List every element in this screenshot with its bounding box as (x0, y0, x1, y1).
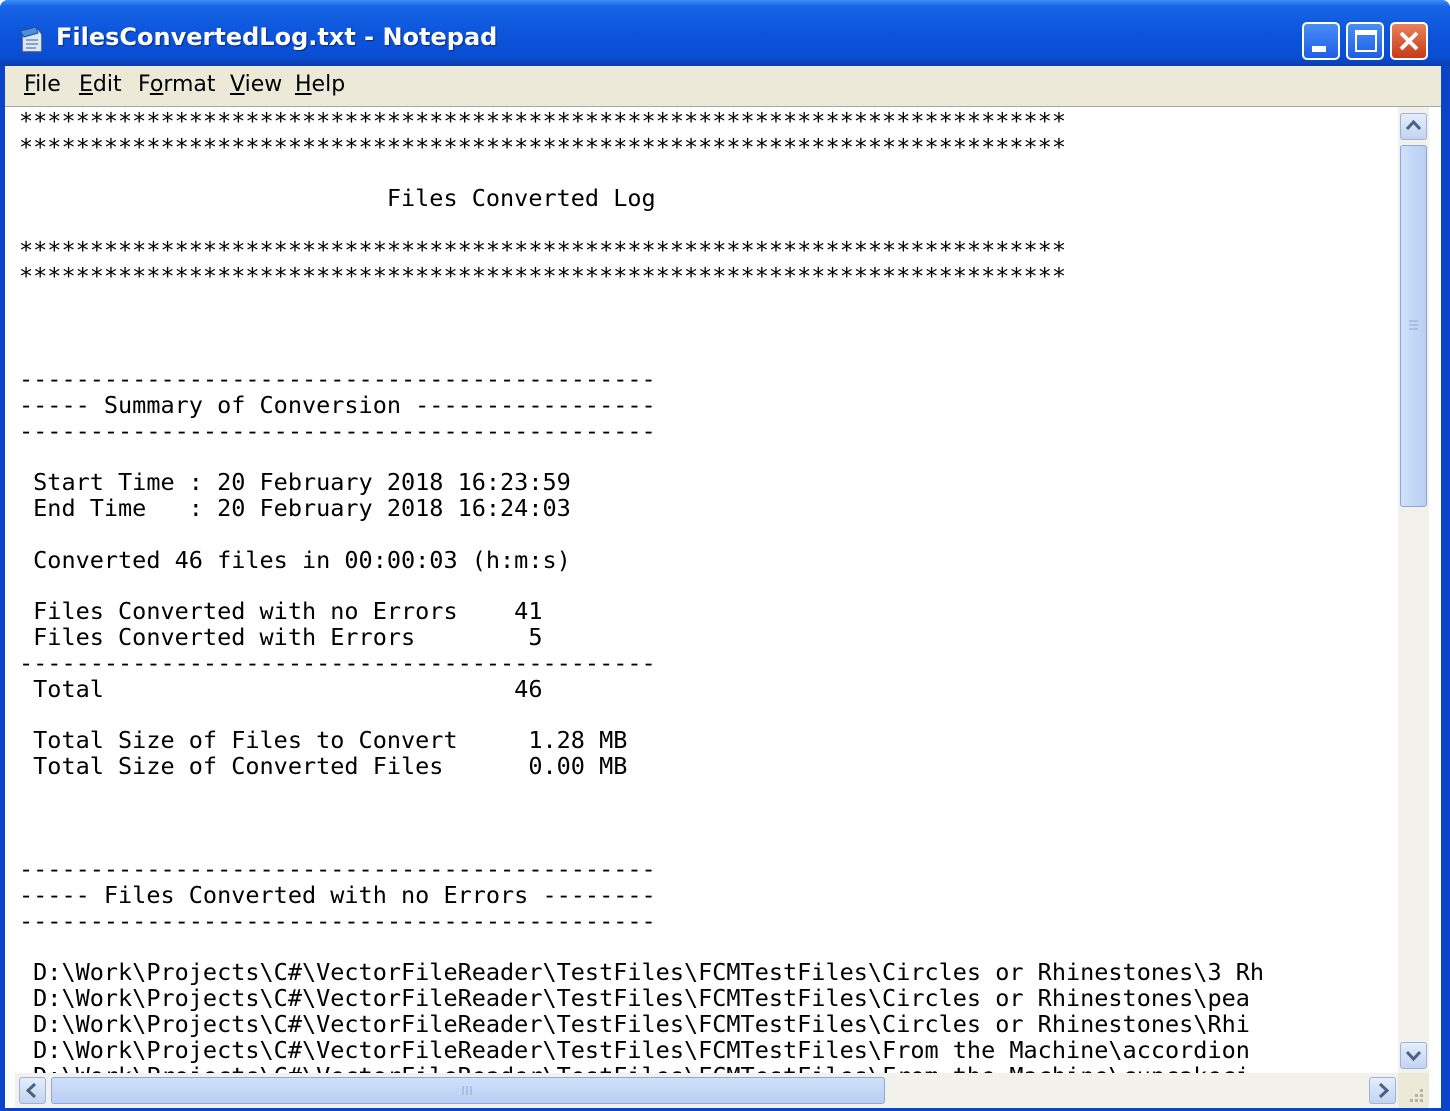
menu-view-label: iew (244, 72, 283, 97)
menu-format-accel: o (149, 72, 164, 97)
vertical-scroll-thumb[interactable] (1400, 145, 1427, 507)
menu-view[interactable]: View (230, 72, 282, 97)
chevron-right-icon (1378, 1082, 1390, 1099)
editor-area: ****************************************… (5, 106, 1441, 1108)
text-line: Start Time : 20 February 2018 16:23:59 (19, 468, 571, 497)
text-line: Converted 46 files in 00:00:03 (h:m:s) (19, 545, 571, 574)
menu-edit[interactable]: Edit (79, 72, 122, 97)
vertical-scrollbar[interactable] (1398, 107, 1429, 1073)
text-editor[interactable]: ****************************************… (19, 107, 1397, 1073)
text-line: ****************************************… (19, 107, 1066, 135)
text-line: ----------------------------------------… (19, 648, 656, 677)
menu-format-label: rmat (163, 72, 216, 97)
text-line: Total 46 (19, 674, 543, 703)
menu-bar: File Edit Format View Help (5, 66, 1441, 106)
minimize-icon (1312, 46, 1326, 52)
text-line: D:\Work\Projects\C#\VectorFileReader\Tes… (19, 958, 1265, 987)
menu-help-label: elp (311, 72, 346, 97)
text-line: ----------------------------------------… (19, 365, 656, 393)
text-line: ----------------------------------------… (19, 906, 656, 935)
resize-grip[interactable] (1398, 1073, 1429, 1108)
maximize-button[interactable] (1346, 22, 1384, 60)
close-button[interactable] (1390, 22, 1428, 60)
notepad-window: FilesConvertedLog.txt - Notepad File Edi… (0, 0, 1450, 1111)
scroll-right-button[interactable] (1369, 1077, 1396, 1104)
menu-format-label-start: F (138, 72, 150, 97)
text-line: Files Converted with no Errors 41 (19, 597, 543, 626)
menu-format[interactable]: Format (138, 72, 216, 97)
chevron-up-icon (1405, 119, 1422, 131)
scroll-down-button[interactable] (1400, 1042, 1427, 1069)
text-line: D:\Work\Projects\C#\VectorFileReader\Tes… (19, 984, 1250, 1013)
menu-file[interactable]: File (24, 72, 61, 97)
text-line: ****************************************… (19, 132, 1066, 161)
chevron-down-icon (1405, 1050, 1422, 1062)
text-line: Total Size of Files to Convert 1.28 MB (19, 726, 628, 755)
text-line: End Time : 20 February 2018 16:24:03 (19, 494, 571, 522)
text-line: ----------------------------------------… (19, 416, 656, 445)
menu-file-accel: F (24, 72, 36, 97)
text-line: Files Converted with Errors 5 (19, 623, 543, 651)
text-line: Files Converted Log (19, 184, 656, 213)
menu-view-accel: V (230, 72, 245, 97)
menu-file-label: ile (35, 72, 61, 97)
horizontal-scroll-thumb[interactable] (51, 1077, 885, 1104)
grip-icon (1409, 320, 1418, 330)
text-line: D:\Work\Projects\C#\VectorFileReader\Tes… (19, 1035, 1250, 1064)
scroll-up-button[interactable] (1400, 113, 1427, 140)
title-bar[interactable]: FilesConvertedLog.txt - Notepad (0, 0, 1450, 66)
notepad-icon (19, 26, 43, 53)
close-icon (1399, 31, 1419, 51)
menu-help-accel: H (295, 72, 312, 97)
horizontal-scrollbar[interactable] (15, 1073, 1398, 1108)
text-line: ----------------------------------------… (19, 855, 656, 884)
text-line: ----- Summary of Conversion ------------… (19, 390, 656, 419)
menu-edit-label: dit (92, 72, 122, 97)
text-line: Total Size of Converted Files 0.00 MB (19, 752, 628, 780)
minimize-button[interactable] (1302, 22, 1340, 60)
text-line: ----- Files Converted with no Errors ---… (19, 881, 656, 909)
text-line: D:\Work\Projects\C#\VectorFileReader\Tes… (19, 1010, 1250, 1038)
menu-edit-accel: E (79, 72, 93, 97)
resize-grip-icon (1410, 1089, 1423, 1102)
text-line: D:\Work\Projects\C#\VectorFileReader\Tes… (19, 1063, 1250, 1073)
menu-help[interactable]: Help (295, 72, 345, 97)
window-title: FilesConvertedLog.txt - Notepad (56, 23, 498, 51)
grip-icon (462, 1086, 472, 1095)
text-line: ****************************************… (19, 236, 1066, 264)
maximize-icon (1355, 30, 1377, 52)
chevron-left-icon (25, 1082, 37, 1099)
text-line: ****************************************… (19, 261, 1066, 290)
scroll-left-button[interactable] (19, 1077, 46, 1104)
